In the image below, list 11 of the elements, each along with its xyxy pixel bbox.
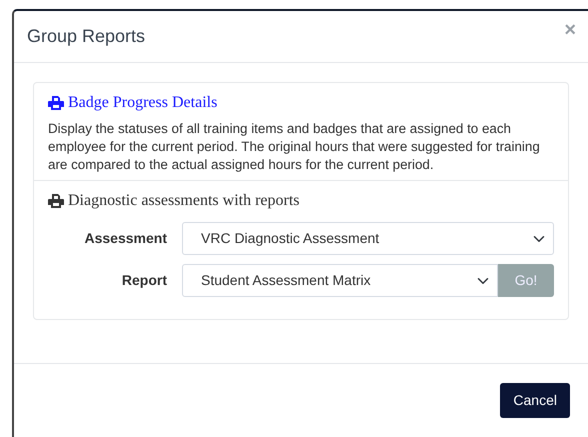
select-field[interactable]: VRC Diagnostic Assessment xyxy=(182,222,554,255)
report-link[interactable]: Badge Progress Details xyxy=(48,91,218,115)
printer-icon xyxy=(48,194,64,208)
field-label: Assessment xyxy=(84,229,168,248)
report-description: Display the statuses of all training items and badges that are assigned to each employee for the current period. The original hours that were suggested for training are compared to the actual assigned hours for the current period. xyxy=(48,120,541,174)
modal-title: Group Reports xyxy=(27,26,146,48)
cancel-button[interactable]: Cancel xyxy=(500,383,570,418)
select-field[interactable]: Student Assessment Matrix xyxy=(182,264,498,297)
field-label: Report xyxy=(120,271,168,290)
printer-icon xyxy=(48,96,64,110)
section-heading: Diagnostic assessments with reports xyxy=(68,191,300,211)
